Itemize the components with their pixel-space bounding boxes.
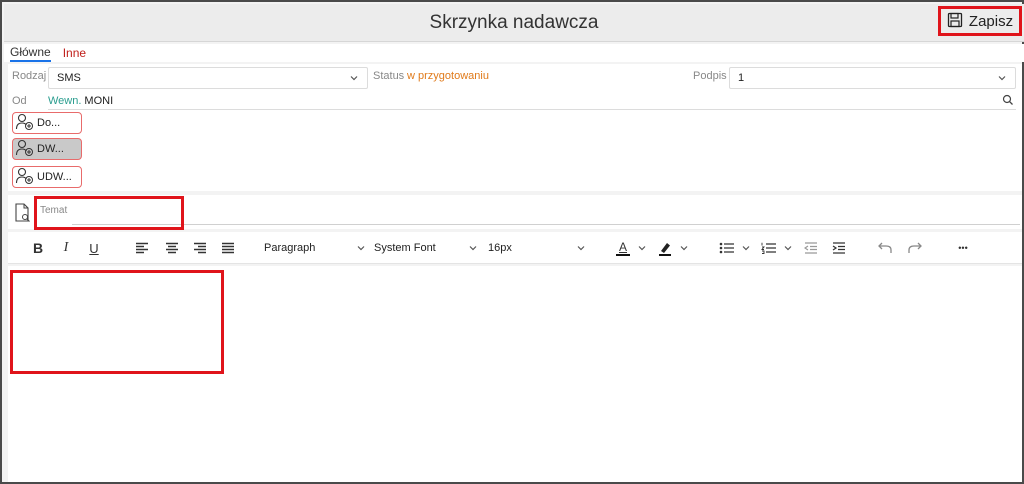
- rodzaj-select[interactable]: SMS: [48, 67, 368, 89]
- search-icon[interactable]: [1002, 94, 1014, 109]
- rodzaj-value: SMS: [57, 72, 81, 84]
- recipient-to-button[interactable]: Do...: [12, 112, 82, 134]
- od-prefix: Wewn.: [48, 94, 82, 107]
- highlight-color-icon[interactable]: [656, 239, 674, 257]
- document-search-icon[interactable]: [14, 203, 32, 226]
- add-contact-icon: [15, 167, 35, 188]
- font-family-value: System Font: [374, 242, 436, 254]
- chevron-down-icon[interactable]: [636, 239, 648, 257]
- recipient-bcc-button[interactable]: UDW...: [12, 166, 82, 188]
- rodzaj-label: Rodzaj: [12, 70, 47, 82]
- align-right-icon[interactable]: [192, 239, 208, 257]
- tab-bar: Główne Inne: [4, 44, 1024, 62]
- od-value: MONI: [84, 94, 114, 107]
- recipient-cc-label: DW...: [37, 143, 64, 155]
- save-button[interactable]: Zapisz: [938, 6, 1022, 36]
- od-field[interactable]: Wewn. MONI: [48, 92, 1016, 110]
- status-label: Status: [373, 70, 405, 82]
- text-color-swatch: [616, 253, 630, 256]
- chevron-down-icon[interactable]: [678, 239, 690, 257]
- chevron-down-icon: [468, 243, 478, 256]
- font-size-dropdown[interactable]: 16px: [488, 238, 586, 258]
- add-contact-icon: [15, 139, 35, 160]
- paragraph-value: Paragraph: [264, 242, 316, 254]
- bullet-list-icon[interactable]: [718, 239, 736, 257]
- floppy-disk-icon: [947, 12, 963, 31]
- chevron-down-icon: [576, 243, 586, 256]
- align-center-icon[interactable]: [164, 239, 180, 257]
- align-justify-icon[interactable]: [220, 239, 236, 257]
- save-button-label: Zapisz: [968, 12, 1014, 30]
- chevron-down-icon[interactable]: [782, 239, 794, 257]
- window-title: Skrzynka nadawcza: [429, 12, 599, 33]
- recipient-cc-button[interactable]: DW...: [12, 138, 82, 160]
- header-panel: Rodzaj SMS Status w przygotowaniu Podpis…: [8, 64, 1022, 191]
- od-label: Od: [12, 95, 27, 107]
- tab-inne[interactable]: Inne: [63, 46, 86, 60]
- underline-button[interactable]: U: [86, 239, 102, 257]
- title-bar: Skrzynka nadawcza Zapisz: [4, 4, 1024, 42]
- editor-toolbar: B I U Paragraph System Font 16px A •••: [8, 232, 1022, 264]
- chevron-down-icon[interactable]: [740, 239, 752, 257]
- chevron-down-icon: [997, 73, 1007, 86]
- chevron-down-icon: [356, 243, 366, 256]
- podpis-select[interactable]: 1: [729, 67, 1016, 89]
- text-color-button[interactable]: A: [614, 239, 632, 257]
- add-contact-icon: [15, 113, 35, 134]
- subject-row: Temat: [8, 195, 1022, 230]
- chevron-down-icon: [349, 73, 359, 86]
- status-value: w przygotowaniu: [407, 70, 489, 82]
- bold-button[interactable]: B: [30, 239, 46, 257]
- font-family-dropdown[interactable]: System Font: [374, 238, 478, 258]
- numbered-list-icon[interactable]: [760, 239, 778, 257]
- more-options-button[interactable]: •••: [952, 239, 974, 257]
- recipient-to-label: Do...: [37, 117, 61, 129]
- font-size-value: 16px: [488, 242, 512, 254]
- subject-label: Temat: [40, 205, 68, 216]
- subject-input[interactable]: [72, 204, 1020, 225]
- app-window: Skrzynka nadawcza Zapisz Główne Inne Rod…: [0, 0, 1024, 484]
- undo-icon[interactable]: [876, 239, 894, 257]
- italic-button[interactable]: I: [58, 239, 74, 257]
- text-color-letter: A: [618, 239, 627, 254]
- align-left-icon[interactable]: [134, 239, 150, 257]
- message-editor[interactable]: [8, 266, 1022, 482]
- tab-glowne[interactable]: Główne: [10, 45, 51, 62]
- paragraph-dropdown[interactable]: Paragraph: [264, 238, 366, 258]
- podpis-value: 1: [738, 72, 745, 84]
- indent-icon[interactable]: [830, 239, 848, 257]
- podpis-label: Podpis: [693, 70, 727, 82]
- outdent-icon[interactable]: [802, 239, 820, 257]
- redo-icon[interactable]: [906, 239, 924, 257]
- recipient-bcc-label: UDW...: [37, 171, 72, 183]
